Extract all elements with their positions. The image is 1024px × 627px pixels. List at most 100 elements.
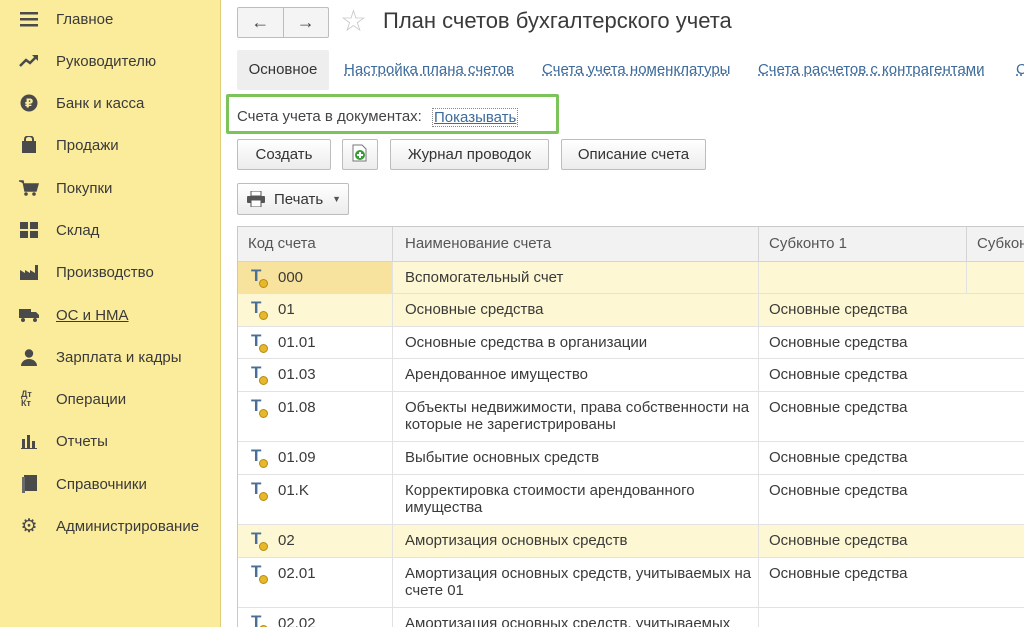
- column-header-code[interactable]: Код счета: [238, 227, 393, 261]
- account-icon: T: [250, 397, 268, 418]
- account-icon: T: [250, 447, 268, 468]
- forward-button[interactable]: →: [282, 8, 329, 37]
- account-subconto1: Основные средства: [769, 482, 908, 499]
- factory-icon: [18, 261, 40, 283]
- sidebar-item-label: Банк и касса: [56, 94, 145, 112]
- account-name: Основные средства в организации: [393, 327, 759, 358]
- show-accounts-link[interactable]: Показывать: [432, 108, 519, 127]
- account-subconto1: Основные средства: [769, 301, 908, 318]
- table-row[interactable]: T 02.02 Амортизация основных средств, учи…: [238, 608, 1024, 627]
- account-icon: T: [250, 364, 268, 385]
- account-subconto1: Основные средства: [769, 334, 908, 351]
- account-icon: T: [250, 332, 268, 353]
- table-row[interactable]: T 01 Основные средства Основные средства: [238, 294, 1024, 327]
- sidebar-item-label: Главное: [56, 10, 114, 28]
- sidebar-item-label: Производство: [56, 263, 154, 281]
- sidebar-item-sales[interactable]: Продажи: [0, 127, 221, 163]
- description-button[interactable]: Описание счета: [561, 139, 706, 170]
- print-button[interactable]: Печать ▼: [237, 183, 349, 215]
- docs-accounts-label: Счета учета в документах:: [237, 108, 422, 125]
- column-header-subconto2[interactable]: Субконто 2: [967, 227, 1024, 261]
- tab-main[interactable]: Основное: [237, 50, 329, 90]
- sidebar-item-reports[interactable]: Отчеты: [0, 423, 221, 459]
- table-header: Код счета Наименование счета Субконто 1 …: [238, 227, 1024, 262]
- gear-icon: ⚙: [20, 515, 38, 537]
- account-subconto1: Основные средства: [769, 532, 908, 549]
- account-icon: T: [250, 613, 268, 627]
- account-icon: T: [250, 267, 268, 288]
- sidebar-item-operations[interactable]: Дт Кт Операции: [0, 381, 221, 417]
- sidebar-item-catalogs[interactable]: Справочники: [0, 466, 221, 502]
- accounts-table: Код счета Наименование счета Субконто 1 …: [237, 226, 1024, 627]
- tab-more[interactable]: С: [1016, 50, 1024, 90]
- warehouse-grid-icon: [18, 219, 40, 241]
- table-row[interactable]: T 02.01 Амортизация основных средств, учи…: [238, 558, 1024, 608]
- account-icon: T: [250, 299, 268, 320]
- sidebar-item-label: Покупки: [56, 179, 113, 197]
- account-icon: T: [250, 480, 268, 501]
- sidebar-item-main[interactable]: Главное: [0, 1, 221, 37]
- debit-credit-icon: Дт Кт: [21, 389, 32, 408]
- account-subconto1: Основные средства: [769, 366, 908, 383]
- book-icon: [18, 473, 40, 495]
- account-code: 01.08: [278, 399, 316, 416]
- account-subconto1: [759, 262, 967, 293]
- sidebar-item-admin[interactable]: ⚙ Администрирование: [0, 508, 221, 544]
- account-name: Вспомогательный счет: [393, 262, 759, 293]
- table-row[interactable]: T 01.03 Арендованное имущество Основные с…: [238, 359, 1024, 392]
- table-row[interactable]: T 01.08 Объекты недвижимости, права собст…: [238, 392, 1024, 442]
- star-icon[interactable]: ☆: [340, 7, 367, 37]
- account-icon: T: [250, 530, 268, 551]
- account-subconto1: Основные средства: [769, 565, 908, 582]
- tab-nomenclature-accounts[interactable]: Счета учета номенклатуры: [542, 50, 730, 90]
- add-copy-icon: [352, 144, 368, 166]
- account-name: Амортизация основных средств, учитываемы…: [393, 558, 759, 607]
- history-nav: ← →: [237, 7, 329, 38]
- sidebar-item-label: Зарплата и кадры: [56, 348, 182, 366]
- page-title: План счетов бухгалтерского учета: [383, 8, 732, 33]
- cart-icon: [18, 177, 40, 199]
- account-code: 000: [278, 269, 304, 286]
- sidebar-item-director[interactable]: Руководителю: [0, 43, 221, 79]
- account-code: 02.01: [278, 565, 316, 582]
- copy-button[interactable]: [342, 139, 378, 170]
- tab-plan-settings[interactable]: Настройка плана счетов: [344, 50, 514, 90]
- ruble-coin-icon: ₽: [18, 92, 40, 114]
- sidebar-item-warehouse[interactable]: Склад: [0, 212, 221, 248]
- table-row[interactable]: T 01.09 Выбытие основных средств Основные…: [238, 442, 1024, 475]
- account-name: Основные средства: [393, 294, 759, 326]
- print-label: Печать: [274, 190, 324, 208]
- sidebar-item-label: Отчеты: [56, 432, 108, 450]
- column-header-subconto1[interactable]: Субконто 1: [759, 227, 967, 261]
- table-row[interactable]: T 01.K Корректировка стоимости арендованн…: [238, 475, 1024, 525]
- account-code: 01.09: [278, 449, 316, 466]
- dropdown-arrow-icon: ▼: [332, 194, 342, 204]
- account-icon: T: [250, 563, 268, 584]
- sidebar-item-salary[interactable]: Зарплата и кадры: [0, 339, 221, 375]
- account-name: Амортизация основных средств: [393, 525, 759, 557]
- account-name: Выбытие основных средств: [393, 442, 759, 474]
- column-header-name[interactable]: Наименование счета: [393, 227, 759, 261]
- menu-lines-icon: [18, 8, 40, 30]
- sidebar-item-assets[interactable]: ОС и НМА: [0, 297, 221, 333]
- sidebar-item-production[interactable]: Производство: [0, 254, 221, 290]
- trend-up-icon: [18, 50, 40, 72]
- table-row[interactable]: T 02 Амортизация основных средств Основны…: [238, 525, 1024, 558]
- account-name: Арендованное имущество: [393, 359, 759, 391]
- sidebar-item-bank[interactable]: ₽ Банк и касса: [0, 85, 221, 121]
- account-name: Объекты недвижимости, права собственност…: [393, 392, 759, 441]
- sidebar-item-purchases[interactable]: Покупки: [0, 170, 221, 206]
- journal-button[interactable]: Журнал проводок: [390, 139, 549, 170]
- create-button[interactable]: Создать: [237, 139, 331, 170]
- table-row[interactable]: T 01.01 Основные средства в организации О…: [238, 327, 1024, 359]
- printer-icon: [247, 191, 265, 207]
- sidebar-item-label: Администрирование: [56, 517, 200, 535]
- sidebar-item-label: Справочники: [56, 475, 147, 493]
- table-row[interactable]: T 000 Вспомогательный счет: [238, 262, 1024, 294]
- sidebar: Главное Руководителю ₽ Банк и касса Прод…: [0, 0, 221, 627]
- shopping-bag-icon: [18, 134, 40, 156]
- tab-counterparty-accounts[interactable]: Счета расчетов с контрагентами: [758, 50, 984, 90]
- account-name: Корректировка стоимости арендованного им…: [393, 475, 759, 524]
- back-button[interactable]: ←: [238, 8, 283, 37]
- account-code: 01: [278, 301, 295, 318]
